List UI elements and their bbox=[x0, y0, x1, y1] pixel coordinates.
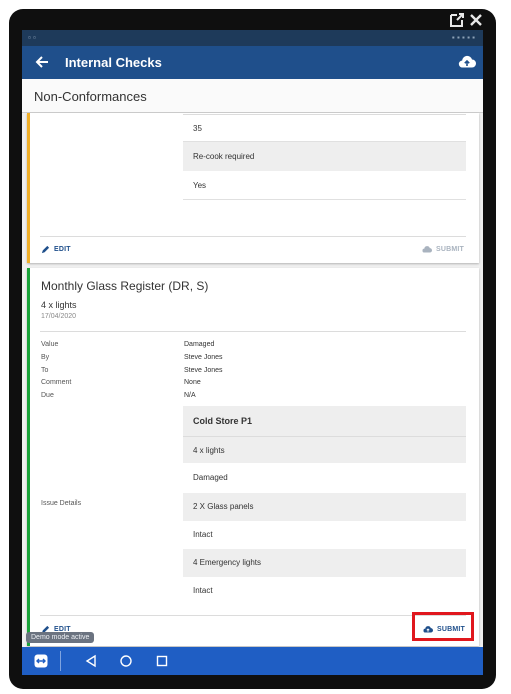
edit-label: EDIT bbox=[54, 246, 71, 253]
issue-detail-text: 4 Emergency lights bbox=[193, 558, 262, 567]
section-title: Non-Conformances bbox=[34, 89, 147, 104]
divider bbox=[40, 615, 466, 616]
issue-detail-row: Intact bbox=[183, 577, 466, 605]
issue-detail-text: Cold Store P1 bbox=[193, 416, 253, 426]
close-icon[interactable] bbox=[468, 12, 484, 30]
status-icons-right: ▪ ▪ ▪ ▪ ▪ bbox=[451, 33, 475, 42]
issue-detail-row: Damaged bbox=[183, 463, 466, 493]
app-bar: Internal Checks bbox=[22, 46, 483, 79]
field-value: N/A bbox=[184, 392, 196, 399]
issue-detail-row: Cold Store P1 bbox=[183, 406, 466, 436]
card-item: 4 x lights bbox=[41, 300, 77, 310]
edit-button[interactable]: EDIT bbox=[41, 245, 71, 254]
status-icons-left: ▫ ▫ bbox=[28, 33, 36, 42]
home-circle-icon[interactable] bbox=[119, 654, 133, 668]
field-value: None bbox=[184, 379, 201, 386]
non-conformance-card: Monthly Glass Register (DR, S) 4 x light… bbox=[27, 268, 479, 646]
detail-row: Re-cook required bbox=[183, 142, 466, 171]
issue-detail-text: 4 x lights bbox=[193, 446, 225, 455]
issue-detail-text: Intact bbox=[193, 530, 213, 539]
detail-text: 35 bbox=[193, 124, 202, 133]
popout-icon[interactable] bbox=[449, 12, 465, 30]
detail-row: 35 bbox=[183, 115, 466, 142]
card-title: Monthly Glass Register (DR, S) bbox=[41, 279, 209, 293]
page-title: Internal Checks bbox=[65, 55, 162, 70]
submit-highlight-box bbox=[412, 612, 474, 641]
device-screen: ▫ ▫ ▪ ▪ ▪ ▪ ▪ Internal Checks Non-Confor… bbox=[22, 30, 483, 675]
field-label: Due bbox=[41, 392, 54, 399]
field-label: Comment bbox=[41, 379, 72, 386]
section-header: Non-Conformances bbox=[22, 79, 483, 113]
recents-square-icon[interactable] bbox=[155, 654, 169, 668]
issue-detail-text: 2 X Glass panels bbox=[193, 502, 254, 511]
field-label: To bbox=[41, 367, 49, 374]
issue-detail-row: Intact bbox=[183, 521, 466, 549]
back-triangle-icon[interactable] bbox=[84, 654, 98, 668]
field-value: Damaged bbox=[184, 341, 215, 348]
issue-detail-row: 4 Emergency lights bbox=[183, 549, 466, 577]
field-value: Steve Jones bbox=[184, 367, 223, 374]
issue-detail-text: Intact bbox=[193, 586, 213, 595]
submit-label: SUBMIT bbox=[436, 246, 465, 253]
field-value: Steve Jones bbox=[184, 354, 223, 361]
back-arrow-icon[interactable] bbox=[34, 54, 50, 70]
field-label: By bbox=[41, 354, 50, 361]
nav-divider bbox=[60, 651, 61, 671]
pencil-icon bbox=[41, 245, 50, 254]
android-nav-bar bbox=[22, 647, 483, 675]
issue-details-label: Issue Details bbox=[41, 500, 82, 507]
issue-detail-text: Damaged bbox=[193, 473, 228, 482]
teamviewer-icon[interactable] bbox=[34, 654, 48, 668]
non-conformance-card: 35 Re-cook required Yes EDIT SUBMIT bbox=[27, 113, 479, 263]
detail-text: Re-cook required bbox=[193, 152, 255, 161]
issue-detail-row: 4 x lights bbox=[183, 436, 466, 463]
divider bbox=[40, 236, 466, 237]
divider bbox=[40, 331, 466, 332]
field-label: Value bbox=[41, 341, 59, 348]
cloud-upload-icon bbox=[422, 246, 432, 253]
issue-detail-row: 2 X Glass panels bbox=[183, 493, 466, 521]
detail-row: Yes bbox=[183, 171, 466, 200]
cloud-upload-icon[interactable] bbox=[458, 54, 476, 70]
demo-mode-badge: Demo mode active bbox=[26, 632, 95, 643]
submit-button[interactable]: SUBMIT bbox=[422, 245, 464, 254]
status-bar: ▫ ▫ ▪ ▪ ▪ ▪ ▪ bbox=[22, 30, 483, 46]
card-date: 17/04/2020 bbox=[41, 313, 77, 320]
detail-text: Yes bbox=[193, 181, 207, 190]
